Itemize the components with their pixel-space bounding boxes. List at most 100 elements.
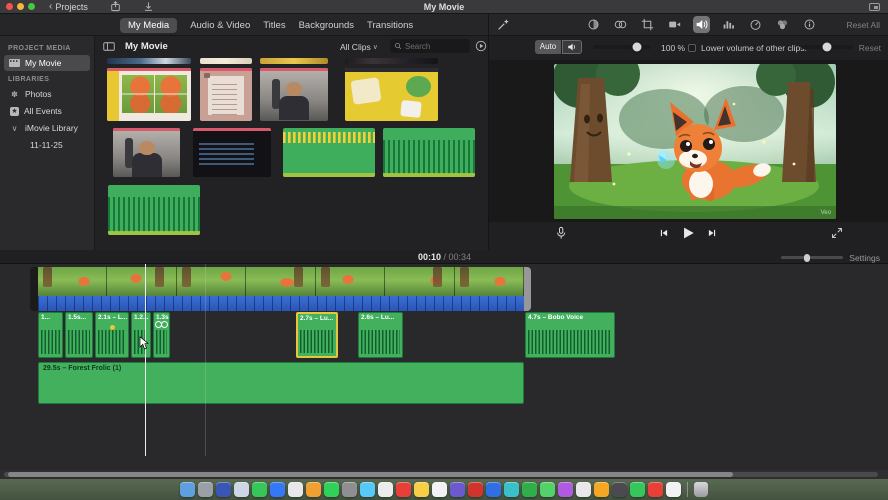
sidebar-toggle-icon[interactable] — [103, 41, 115, 52]
info-icon[interactable] — [801, 16, 818, 33]
dock-app-icon[interactable] — [342, 482, 357, 497]
microphone-icon[interactable] — [555, 226, 567, 240]
dock-app-icon[interactable] — [234, 482, 249, 497]
color-correction-icon[interactable] — [612, 16, 629, 33]
search-field[interactable] — [390, 39, 470, 53]
fullscreen-icon[interactable] — [831, 227, 843, 239]
clip-trim-handle-right[interactable] — [524, 267, 531, 311]
timeline-audio-clip[interactable]: 4.7s – Bobo Voice — [525, 312, 615, 358]
timeline-audio-clip[interactable]: 2.7s – Lu... — [296, 312, 338, 358]
dock-app-icon[interactable] — [306, 482, 321, 497]
sidebar-item-imovie-library[interactable]: ∨ iMovie Library — [4, 120, 90, 136]
lower-volume-slider-knob[interactable] — [822, 42, 832, 52]
search-input[interactable] — [405, 41, 465, 51]
timeline-audio-clip[interactable]: 1.2... — [131, 312, 151, 358]
media-thumb-webcam-presenter[interactable] — [260, 68, 328, 121]
volume-slider[interactable] — [593, 42, 651, 52]
trash-icon[interactable] — [694, 482, 708, 497]
timeline-audio-clip[interactable]: 2.6s – Lu... — [358, 312, 403, 358]
dock-app-icon[interactable] — [450, 482, 465, 497]
auto-volume-button[interactable]: Auto — [535, 40, 561, 54]
dock-app-icon[interactable] — [576, 482, 591, 497]
tab-my-media[interactable]: My Media — [120, 17, 178, 33]
dock-app-icon[interactable] — [270, 482, 285, 497]
media-thumb-partial[interactable] — [107, 58, 191, 64]
timeline-audio-clip[interactable]: 2.1s – L... — [95, 312, 129, 358]
tab-transitions[interactable]: Transitions — [367, 20, 413, 31]
dock-app-icon[interactable] — [432, 482, 447, 497]
autoplay-icon[interactable] — [475, 40, 487, 52]
close-window-button[interactable] — [6, 3, 13, 10]
reset-button[interactable]: Reset — [859, 43, 881, 53]
dock-app-icon[interactable] — [252, 482, 267, 497]
scrollbar-thumb[interactable] — [8, 472, 733, 477]
picture-in-picture-icon[interactable] — [869, 3, 880, 11]
media-thumb-audio-yellow[interactable] — [283, 128, 375, 177]
back-to-projects-button[interactable]: ‹ Projects — [49, 1, 88, 12]
timeline-settings-button[interactable]: Settings — [849, 253, 880, 263]
mute-toggle-button[interactable] — [562, 40, 582, 54]
dock-app-icon[interactable] — [180, 482, 195, 497]
media-thumb-partial[interactable] — [200, 58, 252, 64]
dock-app-icon[interactable] — [504, 482, 519, 497]
previous-frame-button[interactable] — [659, 228, 669, 238]
dock-app-icon[interactable] — [486, 482, 501, 497]
minimize-window-button[interactable] — [17, 3, 24, 10]
video-clip-filmstrip[interactable] — [38, 267, 524, 296]
dock-app-icon[interactable] — [288, 482, 303, 497]
dock-app-icon[interactable] — [468, 482, 483, 497]
dock-app-icon[interactable] — [378, 482, 393, 497]
dock-app-icon[interactable] — [648, 482, 663, 497]
timeline-zoom-slider[interactable] — [781, 253, 843, 262]
dock-app-icon[interactable] — [558, 482, 573, 497]
sidebar-item-photos[interactable]: ✽ Photos — [4, 86, 90, 102]
zoom-window-button[interactable] — [28, 3, 35, 10]
sidebar-item-event-11-11-25[interactable]: 11-11-25 — [4, 137, 90, 153]
dock-app-icon[interactable] — [324, 482, 339, 497]
lower-volume-slider[interactable] — [801, 42, 853, 52]
dock-app-icon[interactable] — [414, 482, 429, 497]
timeline-scrollbar[interactable] — [0, 470, 888, 479]
volume-slider-knob[interactable] — [632, 42, 641, 52]
volume-icon[interactable] — [693, 16, 710, 33]
lower-volume-checkbox[interactable] — [688, 44, 696, 52]
timeline-audio-clip[interactable]: 1.3s... — [153, 312, 170, 358]
equalizer-icon[interactable] — [720, 16, 737, 33]
dock-app-icon[interactable] — [630, 482, 645, 497]
color-balance-icon[interactable] — [585, 16, 602, 33]
media-thumb-audio-waveform-2[interactable] — [108, 185, 200, 235]
speed-icon[interactable] — [747, 16, 764, 33]
timeline-audio-clip[interactable]: 1... — [38, 312, 63, 358]
tab-backgrounds[interactable]: Backgrounds — [299, 20, 354, 31]
dock-app-icon[interactable] — [612, 482, 627, 497]
dock-app-icon[interactable] — [360, 482, 375, 497]
sidebar-item-my-movie[interactable]: My Movie — [4, 55, 90, 71]
dock-app-icon[interactable] — [522, 482, 537, 497]
tab-audio-video[interactable]: Audio & Video — [190, 20, 250, 31]
dock-app-icon[interactable] — [666, 482, 681, 497]
media-thumb-partial[interactable] — [345, 58, 438, 64]
dock-app-icon[interactable] — [216, 482, 231, 497]
video-clip-audio-waveform[interactable] — [38, 296, 524, 311]
share-icon[interactable] — [110, 1, 121, 12]
reset-all-button[interactable]: Reset All — [846, 20, 880, 30]
background-music-clip[interactable]: 29.5s – Forest Frolic (1) — [38, 362, 524, 404]
effects-icon[interactable] — [774, 16, 791, 33]
tab-titles[interactable]: Titles — [263, 20, 285, 31]
timeline-zoom-knob[interactable] — [804, 253, 811, 262]
stabilization-icon[interactable] — [666, 16, 683, 33]
timeline-audio-clip[interactable]: 1.5s... — [65, 312, 93, 358]
media-thumb-partial[interactable] — [260, 58, 328, 64]
dock-app-icon[interactable] — [198, 482, 213, 497]
crop-icon[interactable] — [639, 16, 656, 33]
dock-app-icon[interactable] — [396, 482, 411, 497]
media-thumb-code-editor[interactable] — [193, 128, 271, 177]
sidebar-item-all-events[interactable]: ★ All Events — [4, 103, 90, 119]
media-thumb-notes-page[interactable] — [200, 68, 252, 121]
media-thumb-yellow-slide[interactable] — [345, 68, 438, 121]
play-button[interactable] — [681, 226, 695, 240]
playhead[interactable] — [145, 264, 146, 456]
timeline[interactable]: 1... 1.5s... 2.1s – L... 1.2... 1.3s... 2.7s … — [0, 264, 888, 470]
clip-trim-handle-left[interactable] — [30, 267, 38, 311]
media-thumb-audio-waveform[interactable] — [383, 128, 475, 177]
